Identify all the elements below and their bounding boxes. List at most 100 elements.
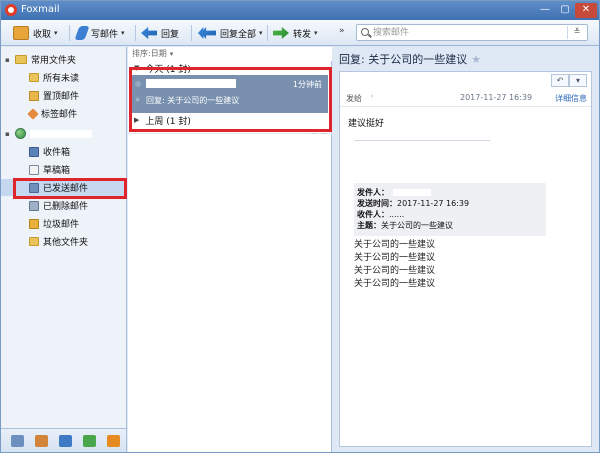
quick-reply-button[interactable]: ↶ [551, 74, 569, 87]
collapse-toggle-icon[interactable]: ▪ [5, 130, 10, 138]
contacts-icon[interactable] [35, 435, 48, 447]
message-time: 1分钟前 [292, 80, 322, 89]
star-icon[interactable]: ★ [134, 95, 141, 104]
spam-icon [29, 218, 39, 229]
quoted-line: 关于公司的一些建议 [354, 266, 436, 276]
more-tools-button[interactable]: » [339, 26, 345, 36]
title-bar: Foxmail — ▢ ✕ [1, 1, 599, 20]
folder-icon [15, 55, 27, 64]
star-icon[interactable]: ★ [471, 53, 481, 66]
chevron-down-icon: ▾ [169, 50, 174, 58]
quote-to-value: ...... [389, 210, 405, 219]
write-mail-button[interactable]: 写邮件 ▾ [74, 24, 125, 42]
sidebar-item-tagged[interactable]: 标签邮件 [1, 105, 126, 122]
drafts-icon [29, 164, 39, 175]
list-divider [128, 133, 332, 134]
search-input[interactable] [373, 26, 563, 39]
folder-icon [29, 73, 39, 82]
list-item[interactable]: 1分钟前 ★ 回复: 关于公司的一些建议 [132, 75, 328, 113]
account-name-redacted [30, 129, 92, 138]
quote-time-key: 发送时间： [357, 199, 397, 208]
receive-button[interactable]: 收取 ▾ [13, 24, 58, 42]
toolbar-divider [69, 25, 70, 41]
chevron-down-icon[interactable]: ▾ [259, 29, 263, 37]
folder-icon [29, 237, 39, 246]
mail-icon[interactable] [11, 435, 24, 447]
sidebar-item-inbox[interactable]: 收件箱 [1, 143, 126, 160]
sort-bar[interactable]: 排序:日期 ▾ [128, 47, 332, 61]
common-folders-header[interactable]: ▪ 常用文件夹 [1, 51, 126, 68]
collapse-toggle-icon[interactable]: ▪ [5, 56, 10, 64]
reader-title-row: 回复: 关于公司的一些建议 ★ [333, 47, 599, 69]
search-box: ≚ [356, 24, 588, 41]
module-switcher-bar [1, 428, 126, 452]
chevron-down-icon[interactable]: ▾ [54, 29, 58, 37]
sidebar-item-unread[interactable]: 所有未读 [1, 69, 126, 86]
quote-subject-value: 关于公司的一些建议 [381, 221, 453, 230]
sidebar-item-spam[interactable]: 垃圾邮件 [1, 215, 126, 232]
quote-divider [354, 140, 490, 141]
foxmail-logo-icon [5, 4, 17, 16]
group-label: 今天 (1 封) [145, 64, 191, 75]
group-last-week[interactable]: ▶ 上周 (1 封) [128, 113, 332, 127]
common-folders-label: 常用文件夹 [31, 56, 77, 66]
forward-arrow-icon [273, 27, 289, 39]
quote-from-key: 发件人： [357, 188, 389, 197]
message-subject: 回复: 关于公司的一些建议 [146, 96, 240, 105]
reader-subject: 回复: 关于公司的一些建议 ★ [339, 51, 481, 67]
foxmail-window: Foxmail — ▢ ✕ 收取 ▾ 写邮件 ▾ 回复 回复全部 ▾ 转发 ▾ … [0, 0, 600, 453]
reply-label: 回复 [161, 29, 180, 40]
search-options-dropdown[interactable]: ≚ [567, 26, 586, 39]
chevron-down-icon[interactable]: ▾ [121, 29, 125, 37]
sidebar-item-drafts[interactable]: 草稿箱 [1, 161, 126, 178]
sidebar-item-label: 其他文件夹 [43, 238, 89, 248]
group-toggle-icon[interactable]: ▶ [134, 116, 139, 124]
account-header[interactable]: ▪ [1, 125, 126, 142]
group-today[interactable]: ▼ 今天 (1 封) [128, 61, 332, 75]
rss-icon[interactable] [107, 435, 120, 447]
account-globe-icon [15, 128, 26, 139]
group-toggle-icon[interactable]: ▼ [134, 64, 139, 72]
sent-folder-annotation [13, 178, 127, 199]
chevron-down-icon[interactable]: ▾ [569, 74, 587, 87]
quote-to-row: 收件人：...... [357, 209, 404, 220]
reply-all-button[interactable]: 回复全部 ▾ [198, 24, 263, 42]
body-text: 建议挺好 [348, 119, 385, 129]
quote-time-row: 发送时间：2017-11-27 16:39 [357, 198, 469, 209]
sort-label[interactable]: 排序:日期 ▾ [132, 48, 173, 59]
quote-to-key: 收件人： [357, 210, 389, 219]
message-list: 排序:日期 ▾ ▼ 今天 (1 封) 1分钟前 ★ 回复: 关于公司的一些建议 ▶… [128, 47, 332, 452]
read-status-icon [135, 81, 141, 87]
forward-label: 转发 [293, 29, 312, 40]
sidebar-item-other-folders[interactable]: 其他文件夹 [1, 233, 126, 250]
calendar-icon[interactable] [59, 435, 72, 447]
quoted-line: 关于公司的一些建议 [354, 279, 436, 289]
search-icon [361, 28, 369, 36]
app-title: Foxmail [21, 4, 60, 15]
toolbar-divider [267, 25, 268, 41]
maximize-button[interactable]: ▢ [556, 3, 574, 18]
sort-text: 排序:日期 [132, 49, 167, 58]
folder-sidebar: ▪ 常用文件夹 所有未读 置顶邮件 标签邮件 ▪ 收件箱 草稿箱 已发送邮件 已… [1, 47, 127, 452]
receive-mail-icon [13, 26, 29, 40]
quote-subject-row: 主题：关于公司的一些建议 [357, 220, 453, 231]
sidebar-item-deleted[interactable]: 已删除邮件 [1, 197, 126, 214]
reply-button[interactable]: 回复 [141, 24, 179, 42]
reply-all-label: 回复全部 [220, 29, 257, 40]
minimize-button[interactable]: — [535, 3, 555, 18]
forward-button[interactable]: 转发 ▾ [273, 24, 318, 42]
toolbar-divider [191, 25, 192, 41]
quote-subject-key: 主题： [357, 221, 381, 230]
sidebar-item-label: 已删除邮件 [43, 202, 89, 212]
chevron-down-icon[interactable]: ▾ [314, 29, 318, 37]
notes-icon[interactable] [83, 435, 96, 447]
close-button[interactable]: ✕ [575, 3, 597, 18]
quoted-line: 关于公司的一些建议 [354, 253, 436, 263]
group-label: 上周 (1 封) [145, 116, 191, 127]
quote-time-value: 2017-11-27 16:39 [397, 199, 470, 208]
toolbar-divider [135, 25, 136, 41]
details-link[interactable]: 详细信息 [555, 93, 587, 104]
sender-redacted [146, 79, 236, 88]
reader-panel: ↶ ▾ 发给 · 2017-11-27 16:39 详细信息 建议挺好 发件人：… [339, 71, 592, 447]
sidebar-item-pinned[interactable]: 置顶邮件 [1, 87, 126, 104]
